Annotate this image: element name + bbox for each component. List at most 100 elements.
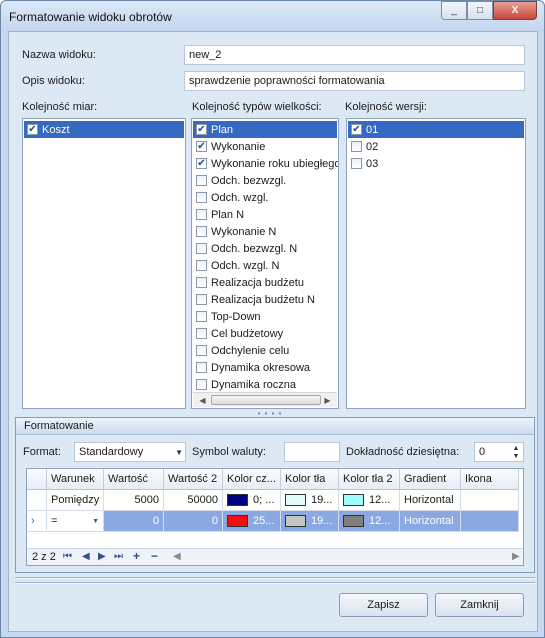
version-item[interactable]: ✔ 01 (348, 121, 524, 138)
checkbox-icon[interactable] (196, 277, 207, 288)
value-type-item[interactable]: ✔ Wykonanie roku ubiegłego (193, 155, 338, 172)
column-header-gradient[interactable]: Gradient (400, 469, 461, 490)
cell-value2[interactable]: 0 (164, 511, 223, 532)
column-header-value[interactable]: Wartość (104, 469, 164, 490)
checkbox-icon[interactable] (196, 311, 207, 322)
add-record-icon[interactable]: + (133, 549, 140, 563)
cell-value2[interactable]: 50000 (164, 490, 223, 511)
next-record-icon[interactable]: ▶ (98, 551, 106, 562)
value-types-list[interactable]: ◀ ▶ ✔ Plan ✔ Wykonanie ✔ Wykonanie roku ubieg… (191, 118, 339, 409)
checkbox-icon[interactable] (196, 328, 207, 339)
checkbox-checked-icon[interactable]: ✔ (27, 124, 38, 135)
value-type-item[interactable]: Odch. bezwzgl. N (193, 240, 337, 257)
checkbox-checked-icon[interactable]: ✔ (196, 158, 207, 169)
measures-list[interactable]: ✔ Koszt (22, 118, 186, 409)
currency-symbol-input[interactable] (284, 442, 340, 462)
column-header-icon[interactable]: Ikona (461, 469, 519, 490)
value-type-item[interactable]: Realizacja budżetu (193, 274, 337, 291)
version-item[interactable]: 02 (348, 138, 524, 155)
minimize-button[interactable]: _ (441, 1, 467, 20)
current-row-icon[interactable]: › (27, 511, 47, 532)
checkbox-icon[interactable] (196, 362, 207, 373)
close-button[interactable]: Zamknij (435, 593, 524, 617)
value-type-item[interactable]: Realizacja budżetu N (193, 291, 337, 308)
maximize-button[interactable]: □ (467, 1, 493, 20)
value-type-item[interactable]: ✔ Wykonanie (193, 138, 337, 155)
scroll-left-icon[interactable]: ◀ (173, 551, 181, 562)
checkbox-icon[interactable] (196, 243, 207, 254)
column-header-value2[interactable]: Wartość 2 (164, 469, 223, 490)
value-type-item[interactable]: Top-Down (193, 308, 337, 325)
scroll-right-icon[interactable]: ▶ (512, 551, 520, 562)
last-record-icon[interactable]: ⏭ (114, 551, 123, 562)
checkbox-icon[interactable] (351, 158, 362, 169)
versions-list[interactable]: ✔ 01 02 03 (346, 118, 526, 409)
cell-icon[interactable] (461, 511, 519, 532)
cell-gradient[interactable]: Horizontal (400, 511, 461, 532)
value-type-item[interactable]: Odch. wzgl. N (193, 257, 337, 274)
cell-value[interactable]: 5000 (104, 490, 164, 511)
prev-record-icon[interactable]: ◀ (82, 551, 90, 562)
checkbox-checked-icon[interactable]: ✔ (351, 124, 362, 135)
checkbox-checked-icon[interactable]: ✔ (196, 141, 207, 152)
cell-condition[interactable]: = ▼ (47, 511, 104, 532)
measure-item[interactable]: ✔ Koszt (24, 121, 184, 138)
checkbox-icon[interactable] (196, 379, 207, 390)
table-row[interactable]: Pomiędzy 5000 50000 0; ... 19... 12... Horizon… (27, 490, 519, 511)
close-window-button[interactable]: X (493, 1, 537, 20)
value-type-item[interactable]: Cel budżetowy (193, 325, 337, 342)
value-type-item[interactable]: Plan N (193, 206, 337, 223)
checkbox-icon[interactable] (196, 175, 207, 186)
column-header-bg-color[interactable]: Kolor tła (281, 469, 339, 490)
cell-icon[interactable] (461, 490, 519, 511)
cell-bg-color[interactable]: 19... (281, 490, 339, 511)
splitter-grip[interactable]: • • • • (15, 409, 525, 418)
cell-gradient[interactable]: Horizontal (400, 490, 461, 511)
version-item[interactable]: 03 (348, 155, 524, 172)
checkbox-icon[interactable] (196, 345, 207, 356)
column-header-font-color[interactable]: Kolor cz... (223, 469, 281, 490)
spin-up-icon[interactable]: ▲ (511, 445, 521, 453)
value-type-item[interactable]: Wykonanie N (193, 223, 337, 240)
view-description-input[interactable]: sprawdzenie poprawności formatowania (184, 71, 525, 91)
value-type-item[interactable]: Odch. bezwzgl. (193, 172, 337, 189)
checkbox-checked-icon[interactable]: ✔ (196, 124, 207, 135)
table-row[interactable]: › = ▼ 0 0 25... 19... 12... Horizontal (27, 511, 519, 532)
row-indicator[interactable] (27, 490, 47, 511)
checkbox-icon[interactable] (196, 209, 207, 220)
view-name-input[interactable]: new_2 (184, 45, 525, 65)
conditions-grid[interactable]: 2 z 2 ⏮ ◀ ▶ ⏭ + − ◀ ▶ Warunek Wartość Wart… (26, 468, 524, 566)
value-type-item[interactable]: Odch. wzgl. (193, 189, 337, 206)
cell-bg-color2[interactable]: 12... (339, 511, 400, 532)
cell-condition[interactable]: Pomiędzy (47, 490, 104, 511)
value-type-item[interactable]: Dynamika okresowa (193, 359, 337, 376)
title-bar[interactable]: Formatowanie widoku obrotów _ □ X (1, 1, 544, 31)
checkbox-icon[interactable] (351, 141, 362, 152)
column-header-condition[interactable]: Warunek (47, 469, 104, 490)
column-header-bg-color2[interactable]: Kolor tła 2 (339, 469, 400, 490)
value-type-item[interactable]: Dynamika roczna (193, 376, 337, 393)
delete-record-icon[interactable]: − (151, 549, 158, 563)
cell-font-color[interactable]: 25... (223, 511, 281, 532)
format-combo[interactable]: Standardowy ▼ (74, 442, 186, 462)
checkbox-icon[interactable] (196, 226, 207, 237)
cell-bg-color[interactable]: 19... (281, 511, 339, 532)
scroll-thumb[interactable] (211, 395, 321, 405)
save-button[interactable]: Zapisz (339, 593, 428, 617)
checkbox-icon[interactable] (196, 294, 207, 305)
scroll-right-icon[interactable]: ▶ (320, 393, 335, 407)
chevron-down-icon[interactable]: ▼ (175, 448, 183, 457)
checkbox-icon[interactable] (196, 260, 207, 271)
cell-value[interactable]: 0 (104, 511, 164, 532)
checkbox-icon[interactable] (196, 192, 207, 203)
value-type-item[interactable]: Odchylenie celu (193, 342, 337, 359)
chevron-down-icon[interactable]: ▼ (92, 518, 99, 525)
scroll-left-icon[interactable]: ◀ (195, 393, 210, 407)
decimal-precision-spinner[interactable]: 0 ▲ ▼ (474, 442, 524, 462)
value-types-hscrollbar[interactable]: ◀ ▶ (193, 392, 337, 407)
first-record-icon[interactable]: ⏮ (63, 551, 72, 562)
cell-font-color[interactable]: 0; ... (223, 490, 281, 511)
spin-down-icon[interactable]: ▼ (511, 453, 521, 461)
value-type-item[interactable]: ✔ Plan (193, 121, 337, 138)
cell-bg-color2[interactable]: 12... (339, 490, 400, 511)
